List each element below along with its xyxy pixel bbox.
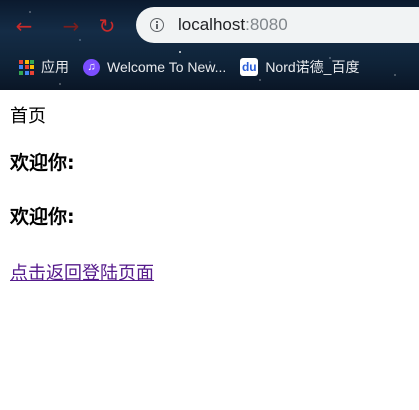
address-bar[interactable]: localhost:8080 bbox=[136, 7, 419, 43]
info-icon[interactable] bbox=[150, 18, 164, 32]
music-note-icon: ♫ bbox=[83, 58, 100, 76]
url-port: :8080 bbox=[245, 15, 288, 34]
welcome-heading-2: 欢迎你: bbox=[10, 206, 75, 228]
reload-icon: ↻ bbox=[98, 14, 116, 38]
url-text[interactable]: localhost:8080 bbox=[178, 15, 288, 35]
arrow-right-icon: → bbox=[62, 14, 80, 38]
page-content: 首页 欢迎你: 欢迎你: 点击返回登陆页面 bbox=[10, 92, 419, 285]
welcome-heading: 欢迎你: bbox=[10, 152, 75, 174]
home-text: 首页 bbox=[10, 106, 46, 127]
bookmark-welcome[interactable]: ♫ Welcome To New... bbox=[83, 58, 227, 76]
bookmarks-bar: 应用 ♫ Welcome To New... du Nord诺德_百度 bbox=[0, 52, 419, 82]
forward-button[interactable]: → bbox=[57, 12, 85, 40]
arrow-left-icon: ← bbox=[15, 14, 33, 38]
apps-grid-icon bbox=[19, 59, 34, 75]
back-button[interactable]: ← bbox=[10, 12, 38, 40]
bookmark-label: Welcome To New... bbox=[107, 59, 227, 75]
back-to-login-link[interactable]: 点击返回登陆页面 bbox=[10, 259, 154, 285]
reload-button[interactable]: ↻ bbox=[93, 12, 121, 40]
url-host: localhost bbox=[178, 15, 246, 34]
bookmark-nord-baidu[interactable]: du Nord诺德_百度 bbox=[240, 57, 359, 77]
bookmark-label: 应用 bbox=[41, 59, 69, 75]
baidu-paw-icon: du bbox=[240, 58, 259, 76]
bookmark-apps[interactable]: 应用 bbox=[19, 57, 69, 77]
bookmark-label: Nord诺德_百度 bbox=[265, 59, 360, 75]
browser-chrome: ← → ↻ localhost:8080 应用 ♫ Welcome To New… bbox=[0, 0, 419, 90]
